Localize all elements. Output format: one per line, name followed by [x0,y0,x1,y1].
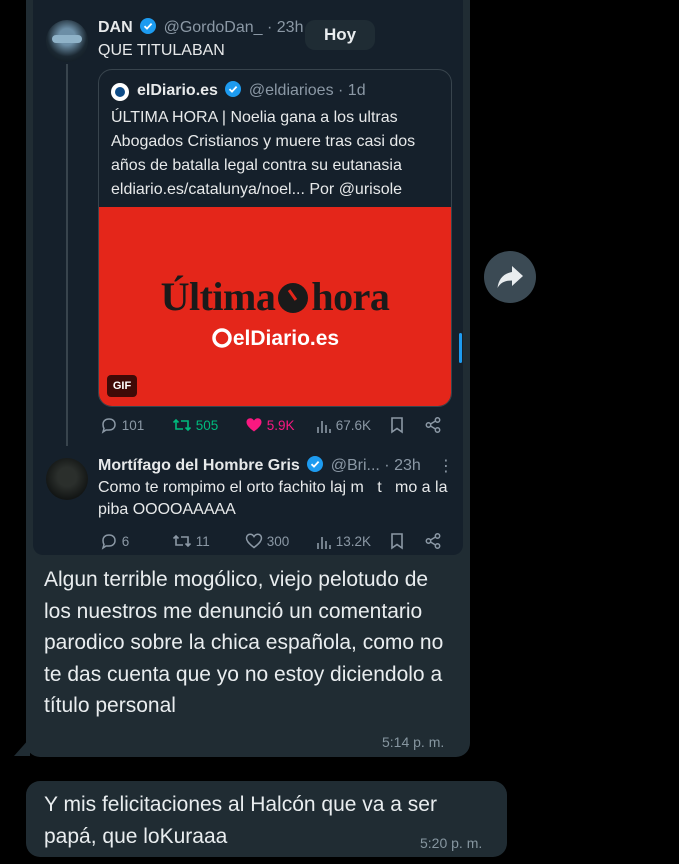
bookmark-icon [391,417,403,434]
tweet-text: QUE TITULABAN [98,42,225,59]
scrollbar[interactable] [459,333,462,363]
message-text-1: Algun terrible mogólico, viejo pelotudo … [44,568,444,717]
quoted-tweet[interactable]: elDiario.es @eldiarioes · 1d ÚLTIMA HORA… [98,69,452,407]
heart-icon [245,533,263,549]
media-headline: Última hora [160,274,390,319]
forward-button[interactable] [484,251,536,303]
message-time-2: 5:20 p. m. [420,835,483,851]
like-action[interactable]: 300 [245,531,289,553]
tweet-author-handle: @GordoDan_ [163,19,263,36]
quote-text: ÚLTIMA HORA | Noelia gana a los ultras A… [111,109,416,198]
tweet-age: · 23h [267,19,304,36]
forward-icon [497,266,523,288]
tweet-author-line: DAN @GordoDan_ · 23h [98,18,303,37]
repost-icon [172,534,192,548]
reply-action[interactable]: 6 [100,531,129,553]
quote-author-line: elDiario.es @eldiarioes · 1d [137,81,366,100]
views-action[interactable]: 13.2K [316,531,371,553]
tweet-actions: 101 505 5.9K 67.6K [100,415,450,437]
repost-action[interactable]: 505 [172,415,218,437]
reply-action[interactable]: 101 [100,415,144,437]
views-icon [317,421,331,433]
quote-media[interactable]: Última hora elDiario.es GIF [99,207,451,406]
heart-icon [246,418,262,432]
share-icon [425,417,441,433]
repost-icon [172,418,192,432]
reply-icon [101,418,116,434]
reply-age: · 23h [384,457,421,474]
views-action[interactable]: 67.6K [316,415,371,437]
quote-author-handle: @eldiarioes [248,82,334,99]
reply-author-name: Mortífago del Hombre Gris [98,457,300,474]
verified-badge-icon [307,456,324,472]
reply-author-line: Mortífago del Hombre Gris @Bri... · 23h [98,456,421,475]
bookmark-icon [391,533,403,550]
more-icon[interactable]: ⋮ [438,456,454,476]
quote-author-name: elDiario.es [137,82,218,99]
thread-line [66,64,68,446]
date-chip: Hoy [305,20,375,50]
views-icon [317,537,331,549]
clock-icon [278,283,309,313]
share-button[interactable] [424,415,442,437]
repost-action[interactable]: 11 [172,531,210,553]
bubble-tail [14,738,30,756]
bookmark-button[interactable] [389,531,405,553]
like-action[interactable]: 5.9K [245,415,295,437]
eldiario-logo-icon [212,328,232,348]
verified-badge-icon [225,81,242,97]
reply-icon [101,534,116,550]
media-logo: elDiario.es [99,327,451,351]
quote-age: · 1d [338,82,366,99]
reply-text: Como te rompimo el orto fachito laj m t … [98,479,452,518]
avatar-dan [46,20,88,62]
bookmark-button[interactable] [389,415,405,437]
verified-badge-icon [140,18,157,34]
eldiario-avatar [111,83,129,101]
share-button[interactable] [424,531,442,553]
reply-actions: 6 11 300 13.2K [100,531,450,553]
avatar-mortifago [46,458,88,500]
gif-badge: GIF [107,375,137,397]
message-time-1: 5:14 p. m. [382,734,445,750]
tweet-author-name: DAN [98,19,133,36]
reply-author-handle: @Bri... [330,457,380,474]
share-icon [425,533,441,549]
